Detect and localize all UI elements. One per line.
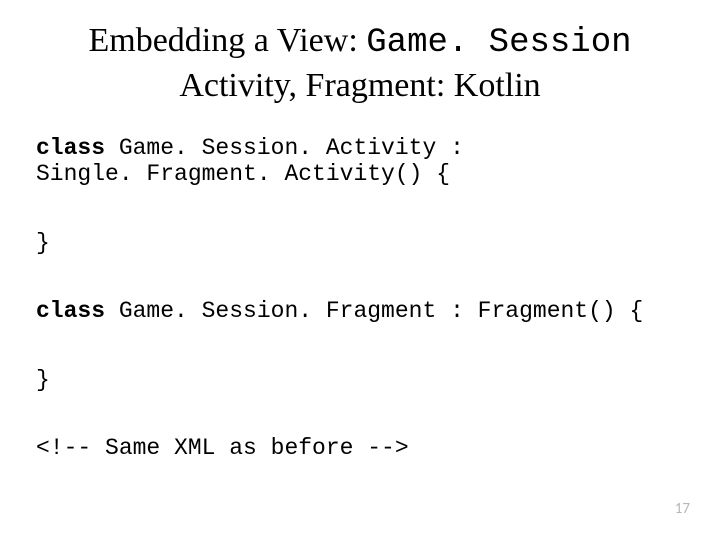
title-line1-mono: Game. Session bbox=[366, 24, 631, 62]
code-line-1: class Game. Session. Activity : bbox=[36, 135, 684, 161]
blank-gap-1 bbox=[36, 188, 684, 230]
page-number: 17 bbox=[675, 500, 690, 518]
code-line-4: class Game. Session. Fragment : Fragment… bbox=[36, 298, 684, 324]
code-line-2: Single. Fragment. Activity() { bbox=[36, 161, 684, 187]
keyword-class: class bbox=[36, 135, 105, 161]
code-line-1-rest: Game. Session. Activity : bbox=[105, 135, 464, 161]
title-line2: Activity, Fragment: Kotlin bbox=[179, 67, 540, 104]
code-line-3: } bbox=[36, 230, 684, 256]
blank-gap-3 bbox=[36, 325, 684, 367]
slide: Embedding a View: Game. Session Activity… bbox=[0, 0, 720, 540]
blank-gap-4 bbox=[36, 393, 684, 435]
code-block: class Game. Session. Activity : Single. … bbox=[36, 135, 684, 462]
code-line-5: } bbox=[36, 367, 684, 393]
slide-title: Embedding a View: Game. Session Activity… bbox=[36, 20, 684, 107]
blank-gap-2 bbox=[36, 256, 684, 298]
keyword-class-2: class bbox=[36, 298, 105, 324]
title-line1-text: Embedding a View: bbox=[88, 22, 366, 59]
code-line-6: <!-- Same XML as before --> bbox=[36, 435, 684, 461]
code-line-4-rest: Game. Session. Fragment : Fragment() { bbox=[105, 298, 643, 324]
